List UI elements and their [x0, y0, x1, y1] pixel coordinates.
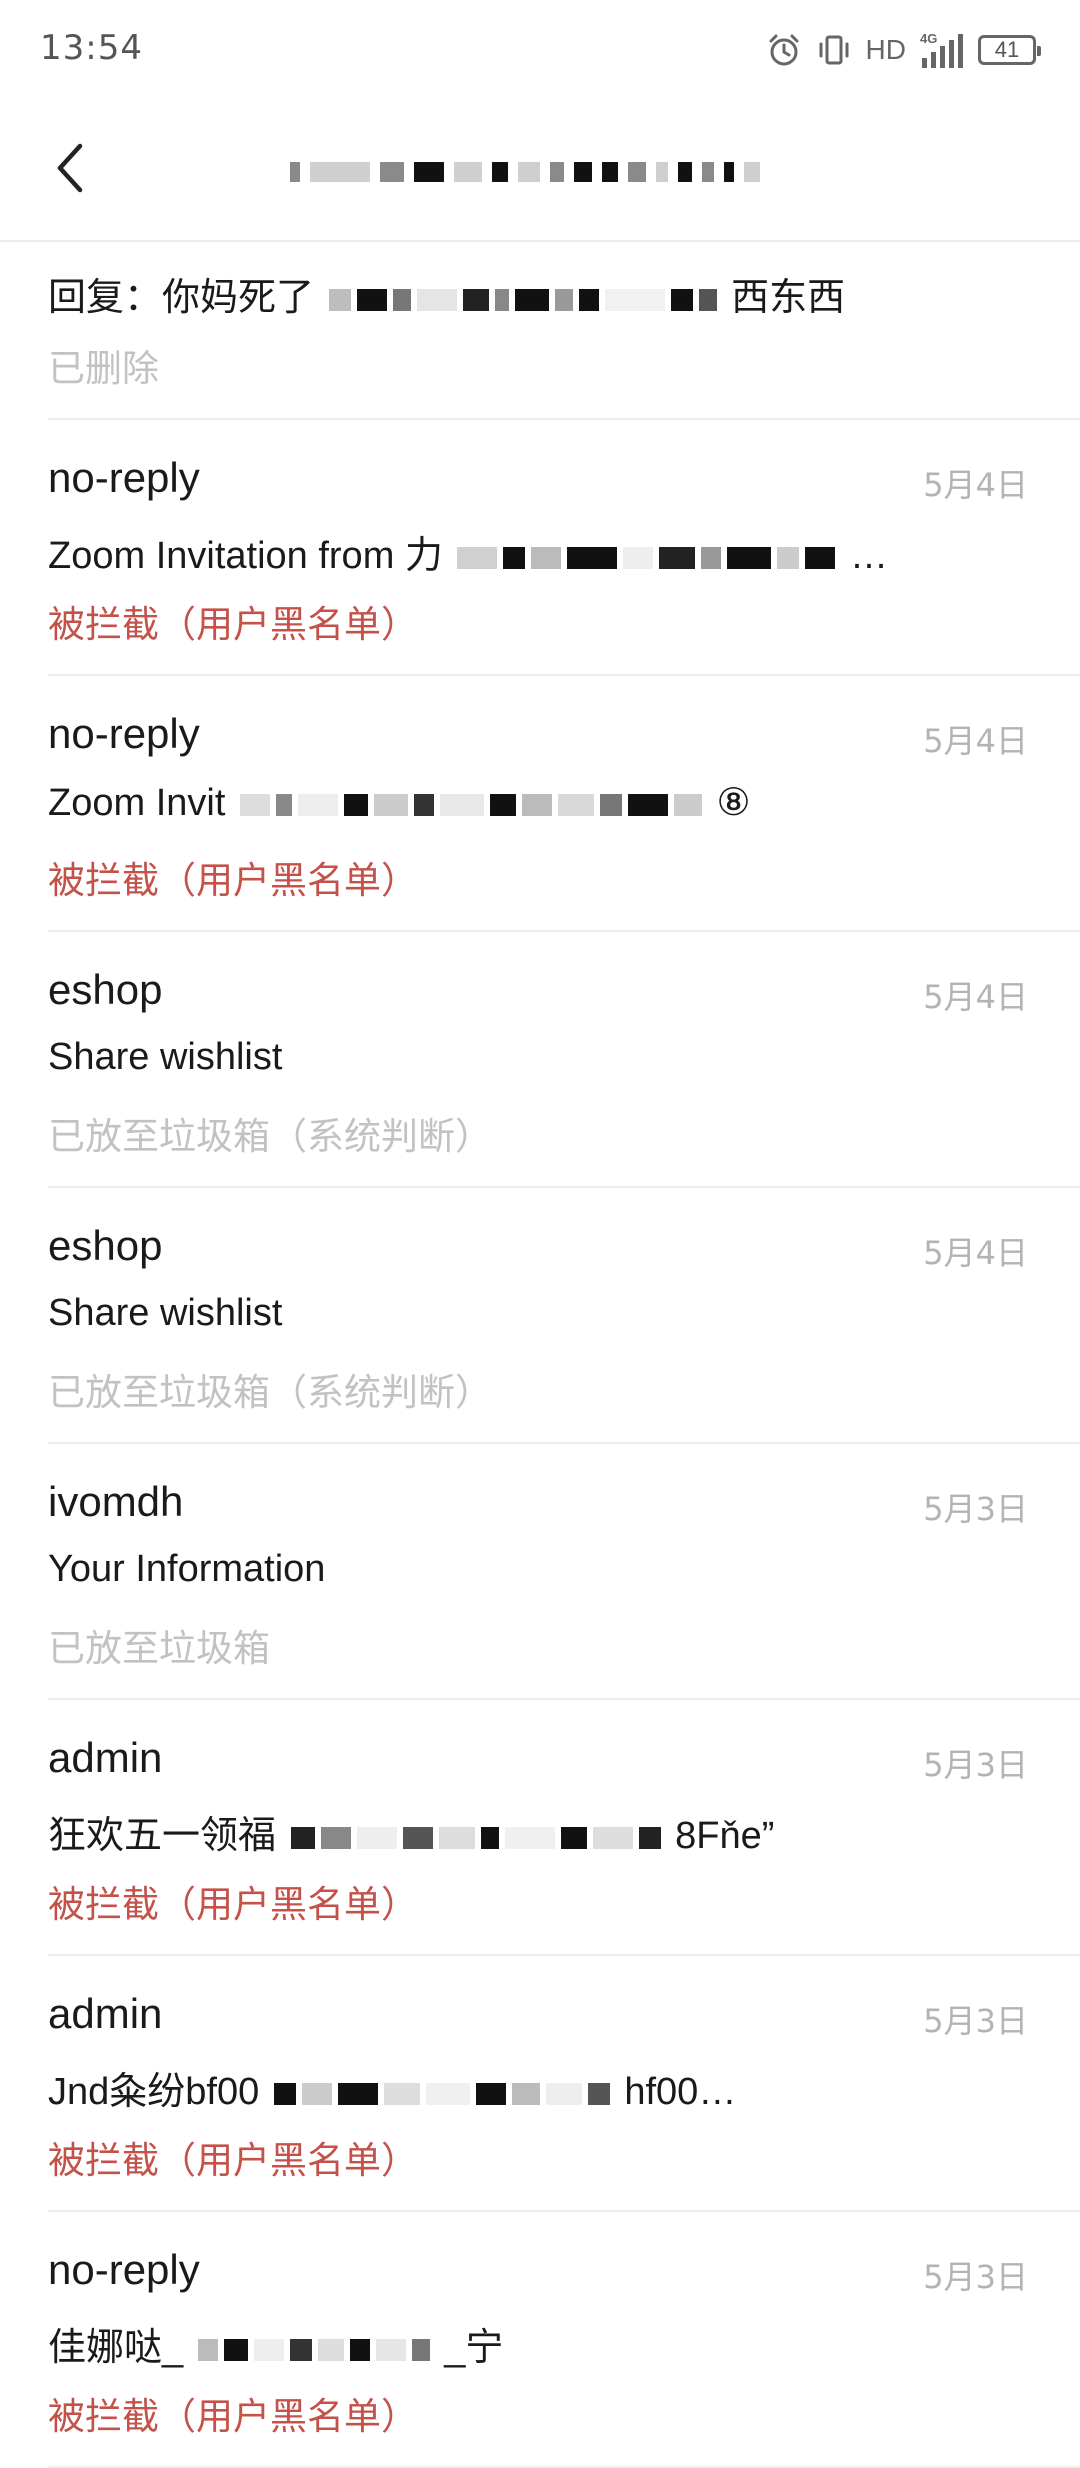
subject-text: 回复：你妈死了 [48, 277, 315, 319]
status-bar: 13:54 HD 4G 41 [0, 0, 1080, 100]
mail-status: 已放至垃圾箱 [48, 1627, 270, 1670]
mail-item[interactable]: no-reply 5月4日 Zoom Invitation from 力 … 被… [48, 420, 1080, 676]
network-hd-label: HD [865, 34, 906, 65]
mail-item[interactable]: no-reply 5月3日 佳娜哒_ _宁 被拦截（用户黑名单） [48, 2212, 1080, 2468]
mail-item[interactable]: eshop 5月4日 Share wishlist 已放至垃圾箱（系统判断） [48, 1188, 1080, 1444]
mail-status: 被拦截（用户黑名单） [48, 603, 418, 646]
redaction-mask [273, 2082, 610, 2105]
subject-text: Zoom Invitation from 力 [48, 535, 443, 577]
svg-text:4G: 4G [920, 31, 937, 46]
subject-text: 佳娜哒_ [48, 2327, 184, 2369]
mail-subject: Zoom Invitation from 力 … [48, 524, 1008, 579]
mail-date: 5月3日 [923, 1746, 1028, 1784]
subject-text: 8Fňe” [675, 1815, 775, 1857]
mail-date: 5月3日 [923, 2258, 1028, 2296]
mail-subject: Share wishlist [48, 1036, 1008, 1079]
alarm-icon [766, 32, 802, 68]
mail-status: 已删除 [48, 347, 159, 390]
mail-status: 已放至垃圾箱（系统判断） [48, 1115, 492, 1158]
mail-sender: ivomdh [48, 1478, 184, 1525]
subject-text: … [850, 535, 889, 577]
mail-item[interactable]: eshop 5月4日 Share wishlist 已放至垃圾箱（系统判断） [48, 932, 1080, 1188]
mail-status: 被拦截（用户黑名单） [48, 859, 418, 902]
mail-subject: Your Information [48, 1548, 1008, 1591]
mail-subject: 狂欢五一领福 8Fňe” [48, 1804, 1008, 1859]
battery-icon: 41 [978, 35, 1041, 65]
redaction-mask [328, 288, 717, 311]
mail-item[interactable]: ivomdh 5月3日 Your Information 已放至垃圾箱 [48, 1444, 1080, 1700]
mail-status: 被拦截（用户黑名单） [48, 1883, 418, 1926]
mail-item[interactable]: no-reply 5月4日 Zoom Invit ⑧ 被拦截（用户黑名单） [48, 676, 1080, 932]
mail-sender: admin [48, 1734, 163, 1781]
redaction-mask [290, 152, 810, 192]
back-button[interactable] [38, 136, 102, 200]
mail-sender: admin [48, 1990, 163, 2037]
mail-date: 5月3日 [923, 2002, 1028, 2040]
mail-sender: eshop [48, 1222, 163, 1269]
page-title-redacted [290, 152, 810, 192]
mail-date: 5月4日 [923, 466, 1028, 504]
subject-text: 西东西 [731, 277, 846, 319]
mail-date: 5月4日 [923, 978, 1028, 1016]
mail-item[interactable]: 回复：你妈死了 西东西 已删除 [48, 242, 1080, 420]
mail-subject: Zoom Invit ⑧ [48, 780, 1008, 825]
mail-date: 5月4日 [923, 1234, 1028, 1272]
mail-sender: no-reply [48, 2246, 200, 2293]
subject-text: hf00… [624, 2071, 737, 2113]
redaction-mask [197, 2338, 430, 2361]
mail-subject: Share wishlist [48, 1292, 1008, 1335]
redaction-mask [290, 1826, 661, 1849]
mail-sender: no-reply [48, 710, 200, 757]
app-header [0, 100, 1080, 242]
mail-list: 回复：你妈死了 西东西 已删除 no-reply 5月4日 Zoom Invit… [0, 242, 1080, 2468]
subject-text: Share wishlist [48, 1292, 283, 1334]
status-time: 13:54 [40, 28, 143, 68]
mail-subject: Jnd粂纷bf00 hf00… [48, 2060, 1008, 2115]
chevron-left-icon [57, 143, 83, 193]
status-icons: HD 4G 41 [766, 28, 1041, 72]
subject-text: Share wishlist [48, 1036, 283, 1078]
subject-text: Your Information [48, 1548, 326, 1590]
redaction-mask [239, 793, 702, 816]
mail-item[interactable]: admin 5月3日 Jnd粂纷bf00 hf00… 被拦截（用户黑名单） [48, 1956, 1080, 2212]
subject-text: Zoom Invit [48, 782, 226, 824]
mail-item[interactable]: admin 5月3日 狂欢五一领福 8Fňe” 被拦截（用户黑名单） [48, 1700, 1080, 1956]
mail-status: 被拦截（用户黑名单） [48, 2395, 418, 2438]
subject-text: Jnd粂纷bf00 [48, 2071, 260, 2113]
mail-date: 5月4日 [923, 722, 1028, 760]
mail-subject: 回复：你妈死了 西东西 [48, 266, 1008, 321]
signal-4g-icon: 4G [920, 30, 964, 70]
mail-status: 被拦截（用户黑名单） [48, 2139, 418, 2182]
subject-text: ⑧ [716, 782, 751, 824]
mail-date: 5月3日 [923, 1490, 1028, 1528]
subject-text: 狂欢五一领福 [48, 1815, 277, 1857]
mail-status: 已放至垃圾箱（系统判断） [48, 1371, 492, 1414]
redaction-mask [457, 546, 836, 569]
mail-subject: 佳娜哒_ _宁 [48, 2316, 1008, 2371]
mail-sender: eshop [48, 966, 163, 1013]
mail-sender: no-reply [48, 454, 200, 501]
subject-text: _宁 [444, 2327, 504, 2369]
vibrate-icon [816, 32, 852, 68]
